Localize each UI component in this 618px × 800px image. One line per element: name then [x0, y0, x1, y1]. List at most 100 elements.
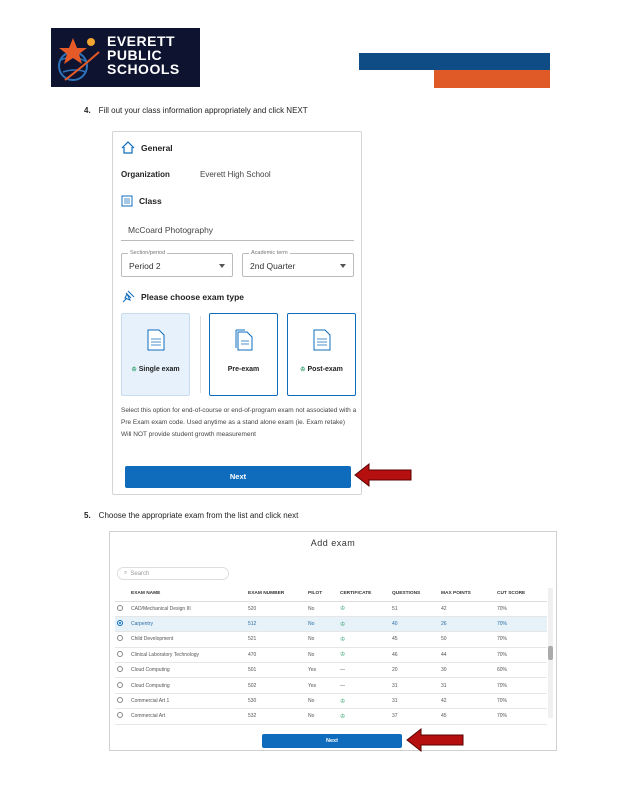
- row-radio[interactable]: [117, 620, 123, 627]
- class-label: Class: [139, 196, 162, 206]
- exam-table: EXAM NAME EXAM NUMBER PILOT CERTIFICATE …: [115, 587, 547, 725]
- exam-questions: 51: [392, 601, 441, 617]
- table-cell: ♔: [340, 708, 392, 725]
- pin-icon: [122, 290, 135, 303]
- exam-type-description: Select this option for end-of-course or …: [121, 407, 357, 438]
- exam-pilot: No: [308, 693, 340, 710]
- column-header: EXAM NUMBER: [248, 587, 308, 602]
- header-blue-bar: [359, 53, 550, 70]
- document-icon: [147, 329, 164, 351]
- step-text: Fill out your class information appropri…: [98, 106, 308, 115]
- red-arrow-pointer-icon: [354, 462, 412, 488]
- table-row[interactable]: Clinical Laboratory Technology 470 No ♔ 46 44…: [115, 647, 547, 664]
- exam-number: 532: [248, 708, 308, 725]
- table-cell: ♔: [340, 601, 392, 617]
- table-row[interactable]: Cloud Computing 502 Yes —31 31 70%: [115, 677, 547, 694]
- chevron-down-icon: [219, 264, 225, 268]
- scrollbar-thumb[interactable]: [548, 646, 553, 660]
- exam-name: Commercial Art 1: [131, 693, 248, 710]
- exam-number: 520: [248, 601, 308, 617]
- table-cell: ♔: [340, 693, 392, 710]
- next-button[interactable]: Next: [125, 466, 351, 488]
- table-cell: [115, 708, 131, 725]
- everett-public-schools-logo: EVERETT PUBLIC SCHOOLS: [51, 28, 200, 87]
- certificate-icon: ♔: [340, 636, 346, 643]
- class-name-field[interactable]: McCoard Photography: [121, 217, 354, 241]
- exam-type-section-title: Please choose exam type: [121, 290, 244, 303]
- table-row[interactable]: Child Development 521 No ♔ 45 50 70%: [115, 631, 547, 648]
- header-orange-bar: [434, 70, 550, 88]
- section-period-select[interactable]: Section/period Period 2: [121, 250, 233, 277]
- exam-number: 470: [248, 647, 308, 664]
- ribbon-icon: ♔: [300, 367, 306, 373]
- exam-cut-score: 70%: [497, 693, 547, 710]
- next-button[interactable]: Next: [262, 734, 402, 748]
- organization-label: Organization: [121, 170, 170, 179]
- ribbon-icon: ♔: [131, 367, 137, 373]
- column-header: CUT SCORE: [497, 587, 547, 602]
- exam-name: Cloud Computing: [131, 677, 248, 694]
- academic-term-value: 2nd Quarter: [250, 261, 296, 271]
- chevron-down-icon: [340, 264, 346, 268]
- exam-pilot: No: [308, 647, 340, 664]
- search-icon: ⌕: [124, 570, 128, 576]
- exam-questions: 40: [392, 616, 441, 633]
- exam-type-text: Single exam: [138, 366, 180, 373]
- certificate-icon: ♔: [340, 652, 346, 659]
- dialog-title: Add exam: [310, 538, 356, 548]
- table-row[interactable]: CAD/Mechanical Design III 520 No ♔ 51 42 70%: [115, 601, 547, 617]
- exam-type-card-single[interactable]: ♔ Single exam: [121, 313, 190, 396]
- search-input[interactable]: ⌕ Search: [117, 567, 229, 580]
- exam-cut-score: 70%: [497, 677, 547, 694]
- table-cell: ♔: [340, 616, 392, 633]
- row-radio[interactable]: [117, 712, 123, 719]
- row-radio[interactable]: [117, 604, 123, 611]
- globe-star-icon: [58, 38, 100, 81]
- certificate-icon: ♔: [340, 621, 346, 628]
- exam-type-card-post[interactable]: ♔ Post-exam: [287, 313, 356, 396]
- scrollbar[interactable]: [548, 588, 553, 718]
- step-number: 4.: [84, 106, 91, 115]
- table-cell: [115, 662, 131, 679]
- table-row[interactable]: Commercial Art 532 No ♔ 37 45 70%: [115, 708, 547, 725]
- exam-max-points: 31: [441, 677, 497, 694]
- exam-name: Commercial Art: [131, 708, 248, 725]
- documents-icon: [235, 329, 252, 351]
- certificate-icon: ♔: [340, 713, 346, 720]
- exam-cut-score: 70%: [497, 631, 547, 648]
- section-period-caption: Section/period: [128, 250, 168, 256]
- exam-questions: 20: [392, 662, 441, 679]
- column-header: CERTIFICATE: [340, 587, 392, 602]
- row-radio[interactable]: [117, 697, 123, 704]
- general-section-title: General: [121, 141, 173, 154]
- home-icon: [121, 141, 135, 154]
- exam-pilot: No: [308, 601, 340, 617]
- table-cell: [115, 601, 131, 617]
- exam-pilot: Yes: [308, 662, 340, 679]
- search-placeholder: Search: [130, 570, 150, 577]
- exam-cut-score: 70%: [497, 708, 547, 725]
- table-row[interactable]: Carpentry 512 No ♔ 40 26 70%: [115, 616, 547, 633]
- exam-type-card-pre[interactable]: Pre-exam: [209, 313, 278, 396]
- exam-questions: 45: [392, 631, 441, 648]
- table-cell: [115, 677, 131, 694]
- row-radio[interactable]: [117, 666, 123, 673]
- exam-pilot: No: [308, 616, 340, 633]
- table-row[interactable]: Commercial Art 1 530 No ♔ 31 42 70%: [115, 693, 547, 710]
- general-label: General: [141, 142, 173, 153]
- exam-cut-score: 70%: [497, 601, 547, 617]
- academic-term-select[interactable]: Academic term 2nd Quarter: [242, 250, 354, 277]
- exam-questions: 31: [392, 693, 441, 710]
- table-row[interactable]: Cloud Computing 501 Yes — 20 30 60%: [115, 662, 547, 679]
- table-cell: ♔: [340, 647, 392, 664]
- document-icon: [313, 329, 330, 351]
- row-radio[interactable]: [117, 635, 123, 642]
- exam-name: CAD/Mechanical Design III: [131, 601, 248, 617]
- no-certificate-dash: —: [340, 682, 345, 689]
- exam-number: 512: [248, 616, 308, 633]
- row-radio[interactable]: [117, 650, 123, 657]
- class-section-title: Class: [121, 195, 162, 207]
- step-4-instruction: 4. Fill out your class information approp…: [84, 106, 308, 115]
- row-radio[interactable]: [117, 681, 123, 688]
- card-divider: [200, 316, 201, 393]
